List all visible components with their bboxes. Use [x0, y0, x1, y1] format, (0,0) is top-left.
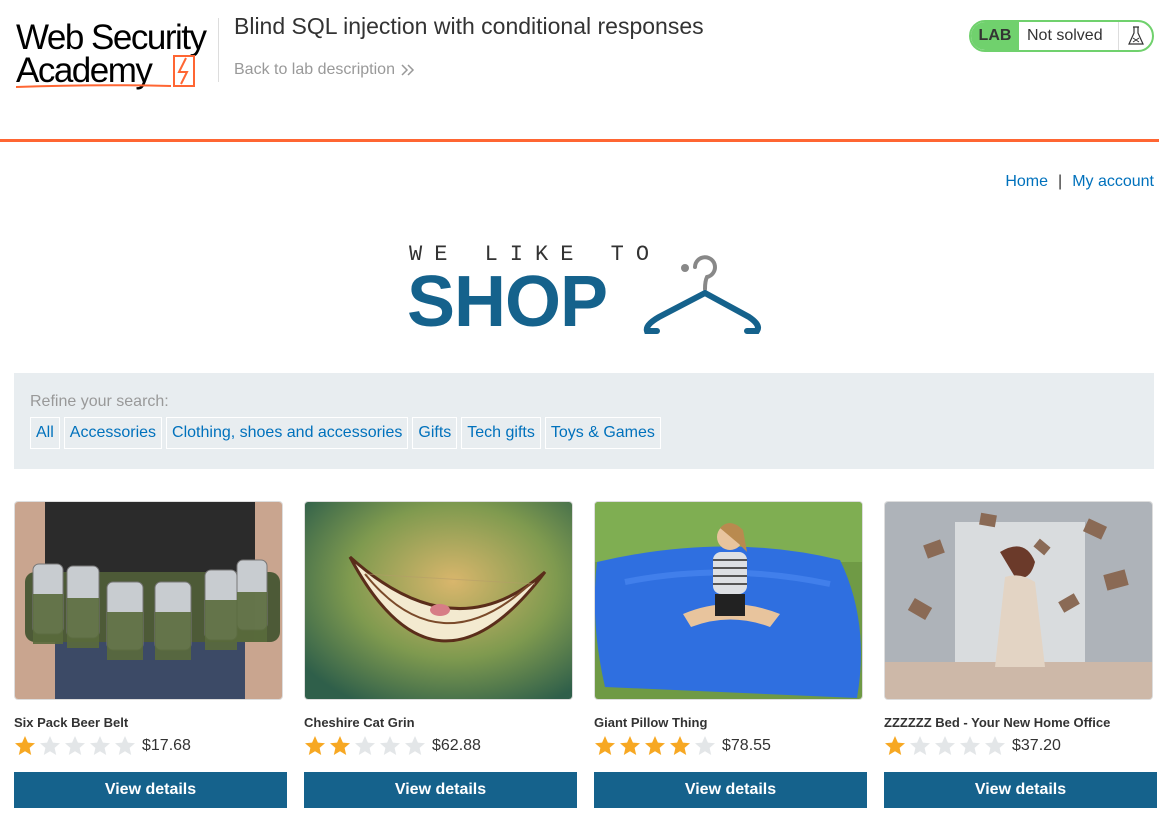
product-meta: $17.68 [14, 734, 287, 758]
product-price: $78.55 [722, 737, 771, 754]
product-image-giant-pillow[interactable] [594, 501, 863, 700]
my-account-link[interactable]: My account [1072, 173, 1154, 191]
star-empty-icon [380, 736, 400, 755]
product-price: $17.68 [142, 737, 191, 754]
star-empty-icon [65, 736, 85, 755]
category-accessories[interactable]: Accessories [63, 417, 163, 449]
lab-status-text: Not solved [1027, 27, 1103, 44]
lab-title: Blind SQL injection with conditional res… [234, 13, 704, 39]
category-filters: All Accessories Clothing, shoes and acce… [30, 417, 1138, 449]
product-card: ZZZZZZ Bed - Your New Home Office $37.20… [884, 501, 1157, 808]
product-grid: Six Pack Beer Belt $17.68 View details C [14, 501, 1157, 808]
product-price: $37.20 [1012, 737, 1061, 754]
product-name: Cheshire Cat Grin [304, 715, 415, 730]
star-filled-icon [330, 736, 350, 755]
star-empty-icon [90, 736, 110, 755]
product-image-cat-grin[interactable] [304, 501, 573, 700]
logo-lightning-icon [16, 55, 195, 88]
nav-separator: | [1058, 173, 1063, 190]
top-nav: Home | My account [1005, 173, 1154, 191]
lab-badge: LAB [971, 22, 1019, 50]
view-details-button[interactable]: View details [304, 772, 577, 808]
back-link-label: Back to lab description [234, 61, 395, 78]
category-tech-gifts[interactable]: Tech gifts [461, 417, 541, 449]
star-filled-icon [305, 736, 325, 755]
product-card: Six Pack Beer Belt $17.68 View details [14, 501, 287, 808]
star-empty-icon [405, 736, 425, 755]
star-empty-icon [960, 736, 980, 755]
product-rating [14, 735, 136, 757]
category-gifts[interactable]: Gifts [412, 417, 458, 449]
product-rating [594, 735, 716, 757]
view-details-button[interactable]: View details [884, 772, 1157, 808]
view-details-button[interactable]: View details [594, 772, 867, 808]
product-rating [304, 735, 426, 757]
header-divider [218, 18, 219, 82]
product-meta: $62.88 [304, 734, 577, 758]
product-meta: $37.20 [884, 734, 1157, 758]
category-toys-games[interactable]: Toys & Games [544, 417, 661, 449]
product-card: Giant Pillow Thing $78.55 View details [594, 501, 867, 808]
product-price: $62.88 [432, 737, 481, 754]
star-filled-icon [15, 736, 35, 755]
product-image-beer-belt[interactable] [14, 501, 283, 700]
view-details-button[interactable]: View details [14, 772, 287, 808]
category-all[interactable]: All [30, 417, 60, 449]
product-name: ZZZZZZ Bed - Your New Home Office [884, 715, 1111, 730]
star-filled-icon [885, 736, 905, 755]
shop-banner: WE LIKE TO SHOP [407, 240, 767, 340]
star-empty-icon [355, 736, 375, 755]
star-filled-icon [620, 736, 640, 755]
product-rating [884, 735, 1006, 757]
star-empty-icon [695, 736, 715, 755]
product-card: Cheshire Cat Grin $62.88 View details [304, 501, 577, 808]
lab-status-widget[interactable]: LAB Not solved [969, 20, 1154, 52]
star-empty-icon [40, 736, 60, 755]
flask-icon [1118, 22, 1152, 50]
category-clothing[interactable]: Clothing, shoes and accessories [166, 417, 409, 449]
star-filled-icon [670, 736, 690, 755]
product-name: Six Pack Beer Belt [14, 715, 129, 730]
web-security-academy-logo[interactable]: Web Security Academy [16, 20, 216, 90]
product-name: Giant Pillow Thing [594, 715, 708, 730]
academy-header: Web Security Academy Blind SQL injection… [0, 0, 1159, 142]
home-link[interactable]: Home [1005, 173, 1048, 191]
star-filled-icon [645, 736, 665, 755]
banner-word: SHOP [407, 262, 608, 342]
product-meta: $78.55 [594, 734, 867, 758]
star-empty-icon [910, 736, 930, 755]
coat-hanger-icon [643, 255, 761, 334]
star-empty-icon [985, 736, 1005, 755]
star-empty-icon [115, 736, 135, 755]
refine-search-panel: Refine your search: All Accessories Clot… [14, 373, 1154, 469]
double-chevron-right-icon [401, 64, 415, 76]
product-image-bed-office[interactable] [884, 501, 1153, 700]
refine-label: Refine your search: [30, 393, 169, 410]
back-to-lab-description-link[interactable]: Back to lab description [234, 61, 415, 79]
star-filled-icon [595, 736, 615, 755]
star-empty-icon [935, 736, 955, 755]
